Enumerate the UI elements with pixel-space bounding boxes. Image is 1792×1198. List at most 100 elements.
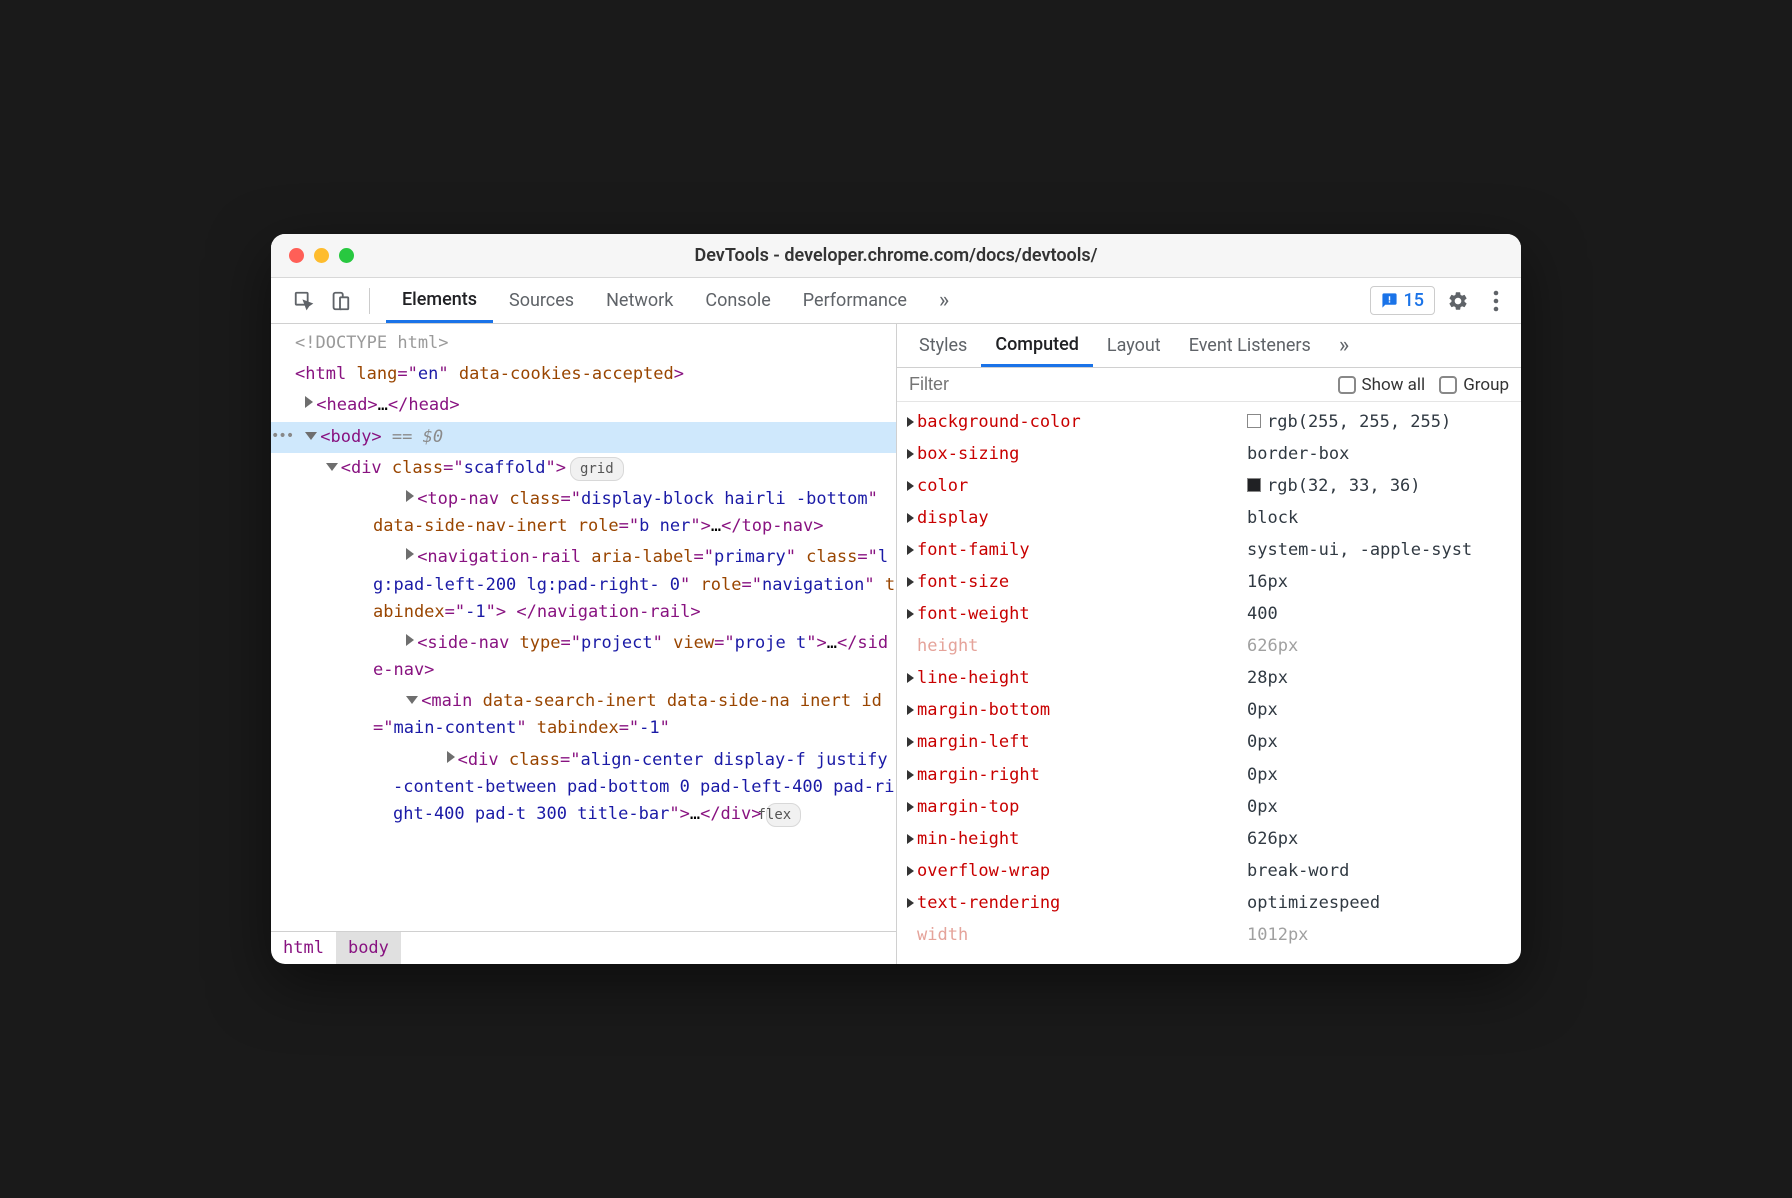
property-value: 626px: [1247, 825, 1298, 853]
collapse-icon[interactable]: [326, 463, 338, 471]
computed-property[interactable]: font-size16px: [907, 566, 1511, 598]
property-value: block: [1247, 504, 1298, 532]
styles-tabs-overflow-icon[interactable]: »: [1325, 324, 1363, 367]
computed-property[interactable]: margin-bottom0px: [907, 694, 1511, 726]
expand-icon[interactable]: [907, 898, 914, 908]
collapse-icon[interactable]: [406, 696, 418, 704]
property-value: 0px: [1247, 728, 1278, 756]
property-value: 0px: [1247, 696, 1278, 724]
tab-event-listeners[interactable]: Event Listeners: [1175, 324, 1325, 367]
tab-styles[interactable]: Styles: [905, 324, 981, 367]
property-value: rgb(32, 33, 36): [1247, 472, 1421, 500]
property-name: margin-left: [917, 728, 1247, 756]
dom-tree[interactable]: <!DOCTYPE html> <html lang="en" data-coo…: [271, 324, 896, 931]
expand-icon[interactable]: [907, 577, 914, 587]
expand-icon[interactable]: [907, 673, 914, 683]
computed-property[interactable]: font-familysystem-ui, -apple-syst: [907, 534, 1511, 566]
crumb-html[interactable]: html: [271, 932, 336, 964]
property-value: 0px: [1247, 761, 1278, 789]
tab-elements[interactable]: Elements: [386, 278, 493, 323]
property-value: 28px: [1247, 664, 1288, 692]
computed-property[interactable]: min-height626px: [907, 823, 1511, 855]
expand-icon[interactable]: [907, 481, 914, 491]
property-value: rgb(255, 255, 255): [1247, 408, 1451, 436]
minimize-icon[interactable]: [314, 248, 329, 263]
expand-icon[interactable]: [907, 449, 914, 459]
expand-icon[interactable]: [907, 545, 914, 555]
menu-icon[interactable]: [1481, 286, 1511, 316]
property-name: font-family: [917, 536, 1247, 564]
computed-property[interactable]: overflow-wrapbreak-word: [907, 855, 1511, 887]
window-title: DevTools - developer.chrome.com/docs/dev…: [695, 245, 1098, 266]
maximize-icon[interactable]: [339, 248, 354, 263]
computed-property[interactable]: margin-right0px: [907, 759, 1511, 791]
expand-icon[interactable]: [907, 834, 914, 844]
computed-property[interactable]: margin-top0px: [907, 791, 1511, 823]
expand-icon[interactable]: [907, 802, 914, 812]
expand-icon[interactable]: [907, 737, 914, 747]
tab-computed[interactable]: Computed: [981, 324, 1093, 367]
expand-icon[interactable]: [305, 396, 313, 408]
expand-icon[interactable]: [907, 866, 914, 876]
elements-panel: <!DOCTYPE html> <html lang="en" data-coo…: [271, 324, 896, 964]
tab-sources[interactable]: Sources: [493, 278, 590, 323]
expand-icon[interactable]: [406, 490, 414, 502]
expand-icon[interactable]: [907, 705, 914, 715]
expand-icon[interactable]: [907, 609, 914, 619]
expand-icon[interactable]: [907, 513, 914, 523]
property-value: 400: [1247, 600, 1278, 628]
device-toggle-icon[interactable]: [325, 286, 355, 316]
styles-panel: Styles Computed Layout Event Listeners »…: [896, 324, 1521, 964]
property-value: border-box: [1247, 440, 1349, 468]
tabs-overflow-icon[interactable]: »: [923, 278, 965, 323]
computed-property[interactable]: text-renderingoptimizespeed: [907, 887, 1511, 919]
show-all-checkbox[interactable]: Show all: [1338, 375, 1426, 395]
filter-row: Show all Group: [897, 368, 1521, 402]
settings-icon[interactable]: [1443, 286, 1473, 316]
property-name: line-height: [917, 664, 1247, 692]
expand-icon[interactable]: [907, 417, 914, 427]
computed-property[interactable]: height626px: [907, 630, 1511, 662]
tab-layout[interactable]: Layout: [1093, 324, 1175, 367]
issues-badge[interactable]: 15: [1370, 286, 1435, 315]
group-checkbox[interactable]: Group: [1439, 375, 1509, 395]
expand-icon[interactable]: [406, 634, 414, 646]
expand-icon[interactable]: [907, 770, 914, 780]
computed-property[interactable]: margin-left0px: [907, 726, 1511, 758]
collapse-icon[interactable]: [305, 432, 317, 440]
tab-performance[interactable]: Performance: [787, 278, 923, 323]
property-name: font-size: [917, 568, 1247, 596]
computed-property[interactable]: colorrgb(32, 33, 36): [907, 470, 1511, 502]
devtools-window: DevTools - developer.chrome.com/docs/dev…: [271, 234, 1521, 964]
property-value: 16px: [1247, 568, 1288, 596]
computed-property[interactable]: box-sizingborder-box: [907, 438, 1511, 470]
color-swatch-icon[interactable]: [1247, 414, 1261, 428]
tab-network[interactable]: Network: [590, 278, 689, 323]
computed-property[interactable]: displayblock: [907, 502, 1511, 534]
close-icon[interactable]: [289, 248, 304, 263]
property-name: margin-bottom: [917, 696, 1247, 724]
grid-badge[interactable]: grid: [570, 457, 624, 481]
filter-input[interactable]: [909, 374, 1324, 395]
flex-badge[interactable]: flex: [766, 803, 802, 827]
main-toolbar: Elements Sources Network Console Perform…: [271, 278, 1521, 324]
computed-property[interactable]: background-colorrgb(255, 255, 255): [907, 406, 1511, 438]
computed-property[interactable]: line-height28px: [907, 662, 1511, 694]
styles-tabs: Styles Computed Layout Event Listeners »: [897, 324, 1521, 368]
tab-console[interactable]: Console: [689, 278, 786, 323]
breadcrumb: html body: [271, 931, 896, 964]
expand-icon[interactable]: [406, 548, 414, 560]
inspect-icon[interactable]: [289, 286, 319, 316]
property-name: margin-right: [917, 761, 1247, 789]
expand-icon[interactable]: [447, 751, 455, 763]
computed-property[interactable]: width1012px: [907, 919, 1511, 951]
property-name: color: [917, 472, 1247, 500]
computed-property[interactable]: font-weight400: [907, 598, 1511, 630]
property-value: optimizespeed: [1247, 889, 1380, 917]
crumb-body[interactable]: body: [336, 932, 401, 964]
computed-properties: background-colorrgb(255, 255, 255)box-si…: [897, 402, 1521, 955]
property-name: font-weight: [917, 600, 1247, 628]
property-value: break-word: [1247, 857, 1349, 885]
selected-node[interactable]: <body> == $0: [271, 422, 896, 453]
color-swatch-icon[interactable]: [1247, 478, 1261, 492]
